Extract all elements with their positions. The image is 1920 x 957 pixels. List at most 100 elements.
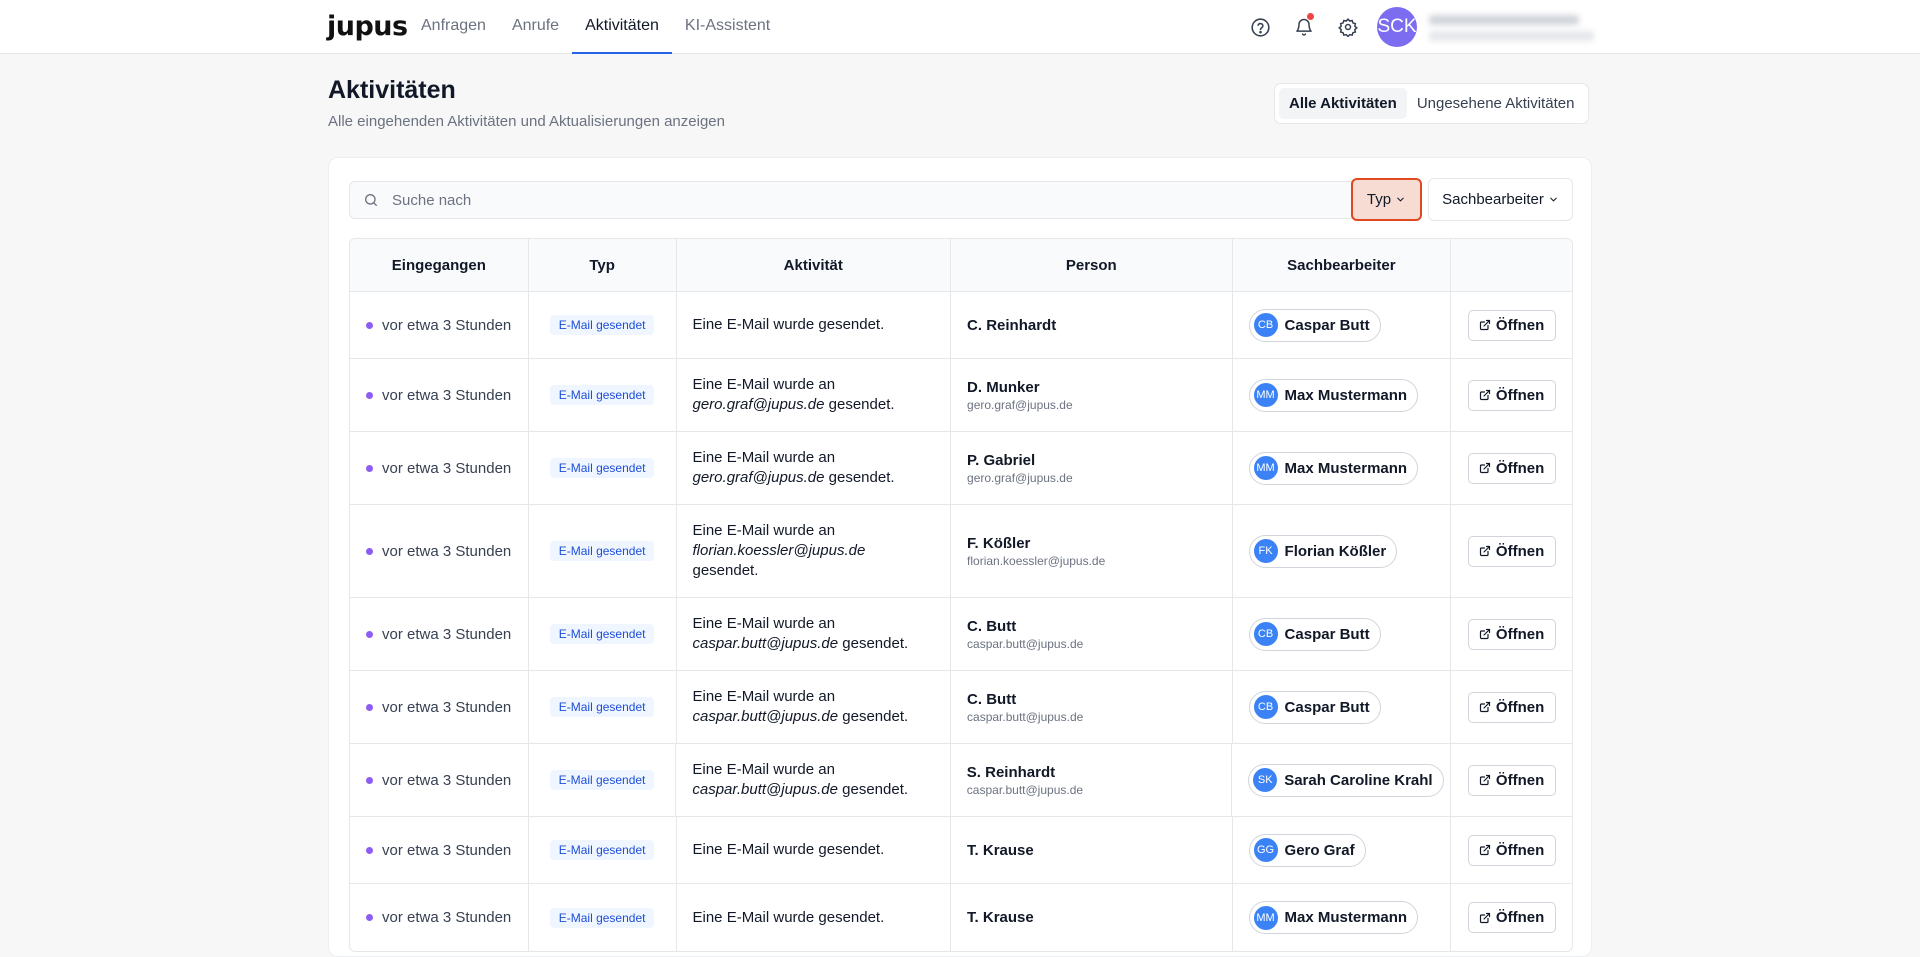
open-button[interactable]: Öffnen xyxy=(1467,618,1556,650)
typ-filter-button[interactable]: Typ xyxy=(1351,178,1422,221)
open-button[interactable]: Öffnen xyxy=(1467,452,1556,484)
nav-tab-anfragen[interactable]: Anfragen xyxy=(408,0,499,54)
external-link-icon xyxy=(1479,462,1491,474)
column-header-eingegangen[interactable]: Eingegangen xyxy=(350,239,529,291)
column-header-typ[interactable]: Typ xyxy=(529,239,677,291)
table-row[interactable]: vor etwa 3 Stunden E-Mail gesendet Eine E-… xyxy=(350,359,1572,432)
activity-cell: Eine E-Mail wurde an gero.graf@jupus.de … xyxy=(677,359,952,431)
notification-dot xyxy=(1307,13,1314,20)
activity-suffix: gesendet. xyxy=(842,708,909,725)
type-cell: E-Mail gesendet xyxy=(529,432,677,504)
agent-chip[interactable]: CB Caspar Butt xyxy=(1248,308,1381,342)
unread-dot xyxy=(366,391,373,399)
unread-dot xyxy=(366,321,373,329)
type-badge: E-Mail gesendet xyxy=(549,385,655,405)
activity-prefix: Eine E-Mail wurde an xyxy=(692,615,836,632)
column-header-aktivitaet[interactable]: Aktivität xyxy=(677,239,952,291)
activity-cell: Eine E-Mail wurde gesendet. xyxy=(677,884,952,951)
nav-tab-aktivitaeten[interactable]: Aktivitäten xyxy=(572,0,672,54)
activity-text: Eine E-Mail wurde an florian.koessler@ju… xyxy=(693,521,935,581)
table-row[interactable]: vor etwa 3 Stunden E-Mail gesendet Eine E-… xyxy=(350,671,1572,744)
type-cell: E-Mail gesendet xyxy=(529,505,677,597)
received-cell: vor etwa 3 Stunden xyxy=(350,744,529,816)
activity-text: Eine E-Mail wurde an caspar.butt@jupus.d… xyxy=(692,760,933,800)
open-button[interactable]: Öffnen xyxy=(1467,834,1556,866)
sachbearbeiter-filter-button[interactable]: Sachbearbeiter xyxy=(1428,178,1573,221)
received-cell: vor etwa 3 Stunden xyxy=(350,292,529,358)
agent-chip[interactable]: MM Max Mustermann xyxy=(1248,378,1419,412)
person-name: F. Kößler xyxy=(967,534,1031,552)
table-row[interactable]: vor etwa 3 Stunden E-Mail gesendet Eine E-… xyxy=(350,292,1572,359)
open-button[interactable]: Öffnen xyxy=(1467,764,1556,796)
table-row[interactable]: vor etwa 3 Stunden E-Mail gesendet Eine E-… xyxy=(350,817,1572,884)
person-name: T. Krause xyxy=(967,909,1034,926)
table-row[interactable]: vor etwa 3 Stunden E-Mail gesendet Eine E-… xyxy=(350,598,1572,671)
open-cell: Öffnen xyxy=(1451,817,1572,883)
open-button[interactable]: Öffnen xyxy=(1467,535,1556,567)
agent-chip[interactable]: MM Max Mustermann xyxy=(1248,451,1419,485)
agent-chip[interactable]: GG Gero Graf xyxy=(1248,833,1366,867)
page-title: Aktivitäten xyxy=(328,76,456,104)
bell-icon[interactable] xyxy=(1292,13,1316,39)
jupus-logo[interactable]: jupus xyxy=(327,12,408,42)
open-button-label: Öffnen xyxy=(1495,542,1545,560)
open-cell: Öffnen xyxy=(1451,744,1572,816)
activity-prefix: Eine E-Mail wurde gesendet. xyxy=(692,908,885,926)
open-button[interactable]: Öffnen xyxy=(1467,379,1556,411)
external-link-icon xyxy=(1479,912,1491,923)
agent-name: Gero Graf xyxy=(1284,841,1355,859)
received-cell: vor etwa 3 Stunden xyxy=(350,432,529,504)
received-time: vor etwa 3 Stunden xyxy=(382,459,512,477)
type-badge: E-Mail gesendet xyxy=(549,624,655,644)
agent-chip[interactable]: SK Sarah Caroline Krahl xyxy=(1248,763,1444,797)
agent-avatar: MM xyxy=(1253,905,1278,930)
agent-name: Caspar Butt xyxy=(1284,698,1370,716)
external-link-icon xyxy=(1479,628,1491,640)
table-row[interactable]: vor etwa 3 Stunden E-Mail gesendet Eine E-… xyxy=(350,505,1572,598)
table-row[interactable]: vor etwa 3 Stunden E-Mail gesendet Eine E-… xyxy=(350,744,1572,817)
nav-tab-ki-assistent[interactable]: KI-Assistent xyxy=(672,0,783,54)
activity-email: florian.koessler@jupus.de xyxy=(692,542,866,559)
open-button[interactable]: Öffnen xyxy=(1467,309,1556,341)
open-button-label: Öffnen xyxy=(1495,459,1545,477)
gear-icon[interactable] xyxy=(1336,15,1360,39)
column-header-sachbearbeiter[interactable]: Sachbearbeiter xyxy=(1233,239,1452,291)
nav-tab-anrufe[interactable]: Anrufe xyxy=(499,0,572,54)
external-link-icon xyxy=(1479,701,1491,713)
agent-chip[interactable]: FK Florian Kößler xyxy=(1248,534,1398,568)
open-button[interactable]: Öffnen xyxy=(1467,691,1556,723)
activity-cell: Eine E-Mail wurde an florian.koessler@ju… xyxy=(677,505,952,597)
user-avatar[interactable]: SCK xyxy=(1377,7,1417,47)
person-cell: F. Kößler florian.koessler@jupus.de xyxy=(951,505,1233,597)
user-info-redacted xyxy=(1425,13,1597,43)
agent-chip[interactable]: CB Caspar Butt xyxy=(1248,617,1381,651)
chevron-down-icon xyxy=(1550,197,1557,202)
agent-avatar: CB xyxy=(1253,313,1278,337)
activity-filter-toggle: Alle Aktivitäten Ungesehene Aktivitäten xyxy=(1274,83,1590,124)
activity-text: Eine E-Mail wurde gesendet. xyxy=(693,908,885,928)
agent-cell: MM Max Mustermann xyxy=(1233,884,1452,951)
agent-chip[interactable]: CB Caspar Butt xyxy=(1248,690,1381,724)
agent-chip[interactable]: MM Max Mustermann xyxy=(1248,901,1419,934)
column-header-person[interactable]: Person xyxy=(951,239,1233,291)
unread-dot xyxy=(366,547,373,555)
segment-unseen-activities[interactable]: Ungesehene Aktivitäten xyxy=(1407,88,1585,119)
agent-cell: CB Caspar Butt xyxy=(1233,671,1452,743)
received-time: vor etwa 3 Stunden xyxy=(382,542,512,560)
table-row[interactable]: vor etwa 3 Stunden E-Mail gesendet Eine E-… xyxy=(350,432,1572,505)
agent-avatar: FK xyxy=(1253,539,1278,563)
search-input[interactable] xyxy=(392,182,1352,218)
open-cell: Öffnen xyxy=(1451,598,1572,670)
type-badge: E-Mail gesendet xyxy=(549,697,655,717)
table-header: Eingegangen Typ Aktivität Person Sachbea… xyxy=(350,239,1572,292)
agent-cell: SK Sarah Caroline Krahl xyxy=(1232,744,1452,816)
help-icon[interactable] xyxy=(1248,15,1272,39)
agent-name: Max Mustermann xyxy=(1284,909,1408,926)
table-row[interactable]: vor etwa 3 Stunden E-Mail gesendet Eine E-… xyxy=(350,884,1572,951)
open-button[interactable]: Öffnen xyxy=(1467,902,1556,933)
received-cell: vor etwa 3 Stunden xyxy=(350,884,529,951)
type-cell: E-Mail gesendet xyxy=(529,598,677,670)
segment-all-activities[interactable]: Alle Aktivitäten xyxy=(1279,88,1407,119)
activity-suffix: gesendet. xyxy=(828,396,895,413)
unread-dot xyxy=(366,464,373,472)
